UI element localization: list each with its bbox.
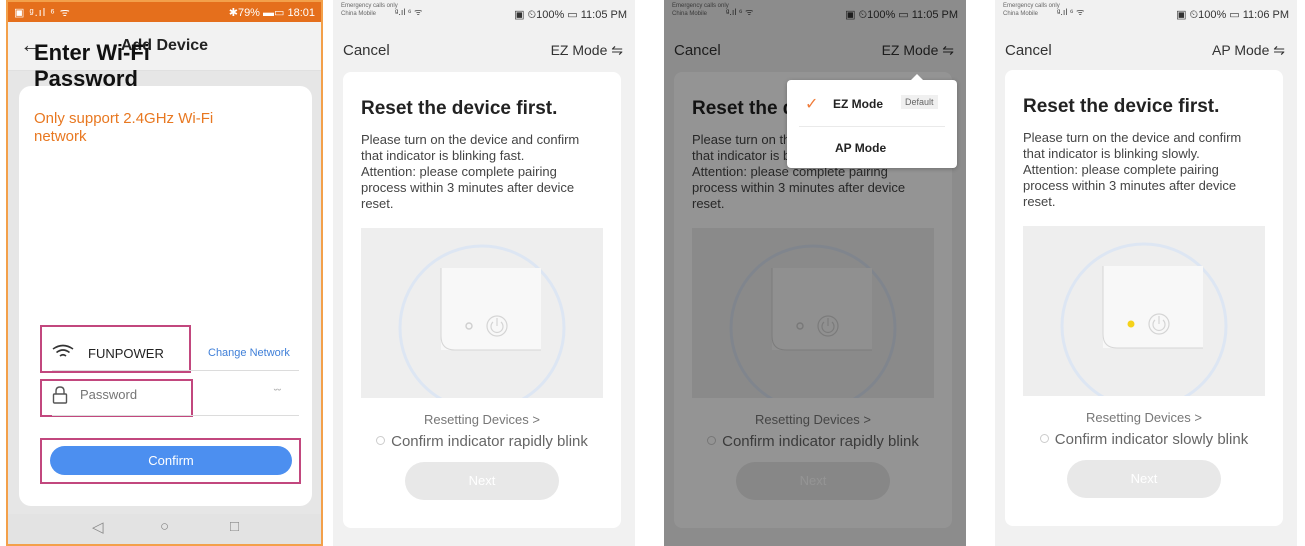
- checkmark-icon: ✓: [805, 96, 819, 113]
- add-device-screen: ▣ ᵍ.ıl ⁶ ᯤ ✱79% ▬▭ 18:01 ← Add Device En…: [6, 0, 323, 546]
- divider: [52, 370, 299, 371]
- status-bar: Emergency calls only China Mobile ᵍ.ıl ⁶…: [995, 0, 1297, 26]
- mode-menu-screen: Emergency calls only China Mobile ᵍ.ıl ⁶…: [664, 0, 966, 546]
- status-emergency: Emergency calls only: [1003, 3, 1060, 9]
- signal-icon: ᵍ.ıl ⁶ ᯤ: [395, 7, 423, 17]
- status-bar: ▣ ᵍ.ıl ⁶ ᯤ ✱79% ▬▭ 18:01: [8, 2, 321, 22]
- password-field[interactable]: [80, 387, 190, 402]
- wifi-name: FUNPOWER: [88, 346, 164, 361]
- next-button[interactable]: Next: [405, 462, 559, 500]
- mode-dropdown: ✓ EZ Mode Default AP Mode: [787, 74, 957, 170]
- status-right: ▣ ⏲100% ▭ 11:05 PM: [514, 9, 627, 21]
- resetting-devices-link[interactable]: Resetting Devices >: [343, 412, 621, 427]
- status-carrier: China Mobile: [1003, 11, 1039, 17]
- instruction-card: Reset the device first. Please turn on t…: [343, 72, 621, 528]
- confirm-indicator-label: Confirm indicator rapidly blink: [391, 433, 588, 450]
- ap-mode-label: AP Mode: [835, 141, 887, 155]
- confirm-indicator-option[interactable]: Confirm indicator slowly blink: [1005, 431, 1283, 448]
- status-right: ▣ ⏲100% ▭ 11:06 PM: [1176, 9, 1289, 21]
- signal-icon: ᵍ.ıl ⁶ ᯤ: [1057, 7, 1085, 17]
- card-title: Reset the device first.: [361, 98, 558, 119]
- lock-icon: [52, 386, 68, 404]
- card-description: Please turn on the device and confirm th…: [1023, 130, 1242, 209]
- ez-mode-option[interactable]: ✓ EZ Mode Default: [787, 82, 957, 126]
- status-left: ▣ ᵍ.ıl ⁶ ᯤ: [14, 7, 71, 19]
- resetting-devices-link[interactable]: Resetting Devices >: [1005, 410, 1283, 425]
- divider: [52, 415, 299, 416]
- status-bar: Emergency calls only China Mobile ᵍ.ıl ⁶…: [333, 0, 635, 26]
- cancel-button[interactable]: Cancel: [343, 42, 390, 59]
- status-right: ✱79% ▬▭ 18:01: [228, 7, 315, 19]
- status-carrier: China Mobile: [341, 11, 377, 17]
- card-title: Reset the device first.: [1023, 96, 1220, 117]
- eye-closed-icon[interactable]: ˘˘: [274, 388, 281, 400]
- ap-mode-option[interactable]: AP Mode: [787, 126, 957, 170]
- reset-ez-screen: Emergency calls only China Mobile ᵍ.ıl ⁶…: [333, 0, 635, 546]
- device-illustration: [1023, 226, 1265, 396]
- radio-icon[interactable]: [376, 435, 386, 445]
- device-illustration: [361, 228, 603, 398]
- nav-home-icon[interactable]: ○: [160, 518, 169, 535]
- confirm-button[interactable]: Confirm: [50, 446, 292, 475]
- reset-ap-screen: Emergency calls only China Mobile ᵍ.ıl ⁶…: [995, 0, 1297, 546]
- navigation-bar: ◁ ○ □: [8, 514, 321, 544]
- nav-recents-icon[interactable]: □: [230, 518, 239, 535]
- status-emergency: Emergency calls only: [341, 3, 398, 9]
- frequency-warning: Only support 2.4GHz Wi-Fi network: [34, 110, 214, 145]
- device-icon: [398, 244, 566, 398]
- default-badge: Default: [901, 95, 938, 109]
- mode-selector[interactable]: AP Mode ⇋: [1212, 42, 1285, 59]
- ez-mode-label: EZ Mode: [833, 97, 883, 111]
- cancel-button[interactable]: Cancel: [1005, 42, 1052, 59]
- nav-back-icon[interactable]: ◁: [92, 518, 104, 536]
- confirm-indicator-option[interactable]: Confirm indicator rapidly blink: [343, 433, 621, 450]
- confirm-indicator-label: Confirm indicator slowly blink: [1054, 431, 1249, 448]
- mode-selector[interactable]: EZ Mode ⇋: [551, 42, 623, 59]
- indicator-light: [1127, 320, 1135, 328]
- change-network-link[interactable]: Change Network: [208, 347, 290, 359]
- next-button[interactable]: Next: [1067, 460, 1221, 498]
- radio-icon[interactable]: [1039, 433, 1049, 443]
- wifi-icon: [52, 344, 74, 357]
- card-description: Please turn on the device and confirm th…: [361, 132, 580, 211]
- wifi-heading: Enter Wi-Fi Password: [34, 40, 150, 91]
- instruction-card: Reset the device first. Please turn on t…: [1005, 70, 1283, 526]
- device-icon: [1060, 242, 1228, 396]
